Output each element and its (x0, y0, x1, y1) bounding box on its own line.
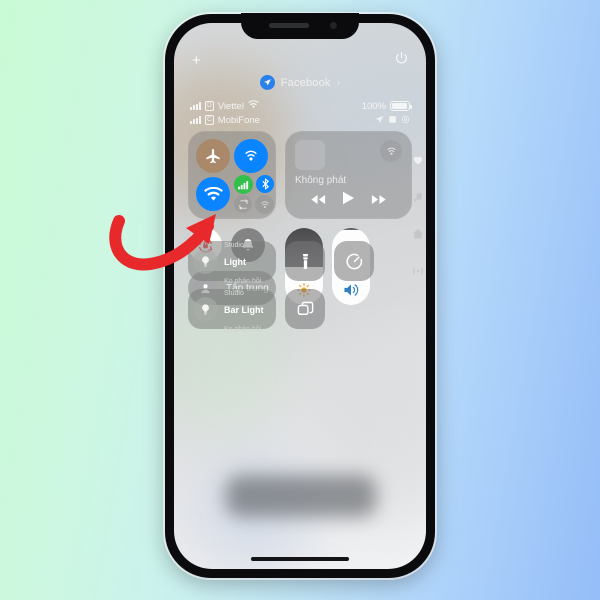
facebook-icon (259, 75, 275, 90)
carrier-secondary: C MobiFone (190, 115, 260, 126)
timer-button[interactable] (334, 241, 374, 281)
heart-icon (412, 153, 424, 171)
home-accessory-name: Light (224, 257, 246, 268)
status-row-secondary: C MobiFone (190, 113, 410, 127)
home-indicator[interactable] (251, 557, 349, 561)
media-track-title: Không phát (295, 175, 347, 186)
lightbulb-icon (193, 248, 218, 274)
control-center-bottom: Studio Light Ko phản hồi Studio Bar Ligh… (188, 241, 412, 333)
wifi-icon (248, 100, 259, 112)
battery-status: 100% (361, 100, 412, 112)
control-row-top: Không phát (188, 131, 412, 219)
earpiece-speaker (269, 23, 309, 28)
flashlight-button[interactable] (285, 241, 325, 281)
carrier-primary-label: Viettel (217, 100, 244, 112)
rewind-icon[interactable] (310, 192, 326, 210)
cellular-data-toggle[interactable] (234, 175, 253, 194)
broadcast-icon (412, 264, 424, 282)
side-peek-icons (412, 153, 424, 282)
signal-bars-icon (190, 116, 201, 124)
home-accessory-room: Studio (224, 242, 244, 250)
carrier-secondary-label: MobiFone (217, 114, 260, 126)
location-arrow-icon (375, 111, 384, 129)
home-accessory-room: Studio (224, 290, 244, 298)
now-playing-app-label: Facebook (280, 76, 331, 89)
bluetooth-toggle[interactable] (256, 175, 274, 193)
status-bar: D Viettel 100% C MobiFone (174, 99, 426, 127)
airdrop-toggle[interactable] (234, 139, 268, 173)
forward-icon[interactable] (371, 192, 387, 210)
sim-badge-primary: D (205, 101, 214, 111)
phone-screen: + Facebook › D Viettel 100% C MobiFone K… (174, 23, 426, 569)
sim-badge-secondary: C (205, 115, 214, 125)
battery-icon (390, 101, 412, 111)
carrier-primary: D Viettel (190, 100, 259, 112)
wifi-toggle[interactable] (196, 177, 230, 211)
alarm-icon (388, 111, 397, 129)
home-accessory-name: Bar Light (224, 305, 264, 316)
chevron-right-icon[interactable]: › (337, 77, 341, 89)
home-accessory-card[interactable]: Studio Light Ko phản hồi (188, 241, 276, 285)
blurred-widget (226, 475, 376, 517)
home-accessory-status: Ko phản hồi (224, 325, 262, 333)
home-control-row-2: Studio Bar Light Ko phản hồi (188, 289, 412, 333)
battery-percent-label: 100% (361, 100, 386, 112)
media-controls (285, 191, 412, 210)
lightbulb-icon (193, 296, 218, 322)
power-icon[interactable] (395, 51, 408, 67)
signal-bars-icon (190, 102, 201, 110)
media-player-module[interactable]: Không phát (285, 131, 412, 219)
control-center-top-bar: + (174, 49, 426, 71)
home-control-row-1: Studio Light Ko phản hồi (188, 241, 412, 285)
connectivity-module (188, 131, 276, 219)
home-accessory-text: Studio Light Ko phản hồi (224, 234, 261, 288)
screen-mirroring-button[interactable] (285, 289, 325, 329)
rotation-lock-icon (401, 111, 410, 129)
home-accessory-text: Studio Bar Light Ko phản hồi (224, 282, 264, 336)
airplay-small-toggle[interactable] (255, 195, 274, 214)
play-icon[interactable] (342, 191, 355, 210)
home-icon (412, 227, 424, 245)
personal-hotspot-toggle[interactable] (234, 195, 252, 213)
now-playing-banner[interactable]: Facebook › (174, 75, 426, 90)
album-art-placeholder (295, 140, 325, 170)
airplane-mode-toggle[interactable] (196, 139, 230, 173)
airplay-icon[interactable] (380, 140, 402, 162)
home-accessory-card[interactable]: Studio Bar Light Ko phản hồi (188, 289, 276, 333)
volume-fill (332, 228, 370, 231)
notch (241, 13, 359, 39)
add-control-icon[interactable]: + (192, 53, 201, 68)
music-note-icon (412, 190, 424, 208)
front-camera (330, 22, 337, 29)
iphone-device: + Facebook › D Viettel 100% C MobiFone K… (165, 13, 435, 578)
status-mini-icons (375, 111, 410, 129)
